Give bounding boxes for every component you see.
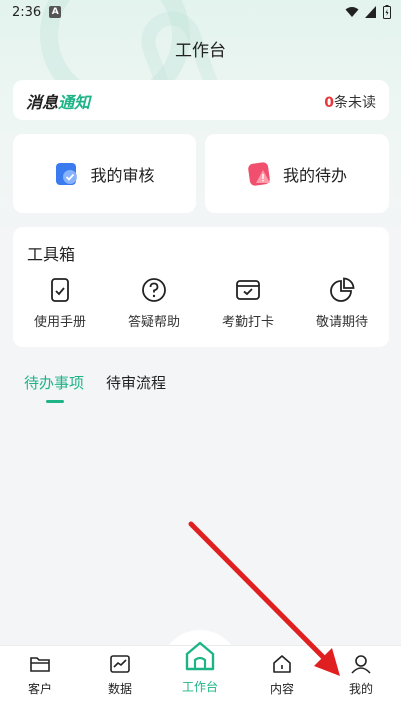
status-bar: 2:36 A (0, 0, 401, 24)
nav-data[interactable]: 数据 (90, 654, 150, 697)
page-title: 工作台 (175, 41, 226, 61)
my-todo-button[interactable]: 我的待办 (205, 134, 389, 213)
chart-icon (110, 655, 130, 673)
message-notice-title: 消息通知 (26, 89, 90, 113)
message-title-part2: 通知 (58, 93, 91, 112)
message-notice-card[interactable]: 消息通知 0条未读 (13, 80, 389, 120)
signal-icon (365, 6, 376, 18)
my-review-button[interactable]: 我的审核 (13, 134, 196, 213)
user-icon (351, 655, 371, 674)
nav-label: 内容 (269, 682, 294, 696)
tab-pending-items[interactable]: 待办事项 (24, 372, 84, 403)
toolbox-title: 工具箱 (27, 245, 76, 264)
toolbox-card: 工具箱 使用手册 答疑帮助 考勤打卡 敬请期待 (13, 227, 389, 347)
notification-a-icon: A (49, 6, 62, 18)
tool-help[interactable]: 答疑帮助 (107, 277, 201, 330)
tool-coming-soon[interactable]: 敬请期待 (295, 277, 389, 330)
pie-chart-icon (330, 277, 355, 302)
unread-number: 0 (324, 95, 334, 111)
wifi-icon (345, 7, 359, 17)
nav-mine[interactable]: 我的 (331, 654, 391, 697)
task-tabs: 待办事项 待审流程 (24, 372, 166, 403)
tool-user-manual[interactable]: 使用手册 (13, 277, 107, 330)
unread-suffix: 条未读 (334, 95, 376, 111)
tool-label: 敬请期待 (315, 315, 368, 330)
message-title-part1: 消息 (26, 93, 59, 112)
tab-pending-approvals[interactable]: 待审流程 (106, 372, 166, 393)
unread-count: 0条未读 (324, 92, 376, 112)
nav-label: 客户 (27, 682, 52, 696)
nav-customers[interactable]: 客户 (10, 654, 70, 697)
manual-icon (51, 278, 69, 302)
nav-content[interactable]: 内容 (252, 654, 312, 697)
tool-label: 答疑帮助 (127, 315, 180, 330)
review-shield-icon (56, 162, 78, 185)
todo-alert-icon (248, 161, 270, 186)
nav-label: 数据 (107, 682, 132, 696)
status-time: 2:36 (12, 4, 42, 20)
help-icon (142, 278, 166, 302)
nav-label: 工作台 (181, 680, 218, 694)
attendance-icon (236, 280, 260, 300)
home-icon (185, 641, 215, 671)
tool-label: 考勤打卡 (221, 315, 274, 330)
tool-label: 使用手册 (33, 315, 86, 330)
battery-icon (383, 5, 391, 19)
house-icon (273, 655, 291, 673)
my-review-label: 我的审核 (90, 165, 155, 185)
my-todo-label: 我的待办 (282, 165, 347, 185)
tool-attendance[interactable]: 考勤打卡 (201, 277, 295, 330)
nav-workbench[interactable]: 工作台 (170, 640, 230, 695)
nav-label: 我的 (348, 682, 373, 696)
bottom-nav: 客户 数据 工作台 内容 我的 (0, 641, 401, 712)
folder-icon (30, 657, 50, 672)
